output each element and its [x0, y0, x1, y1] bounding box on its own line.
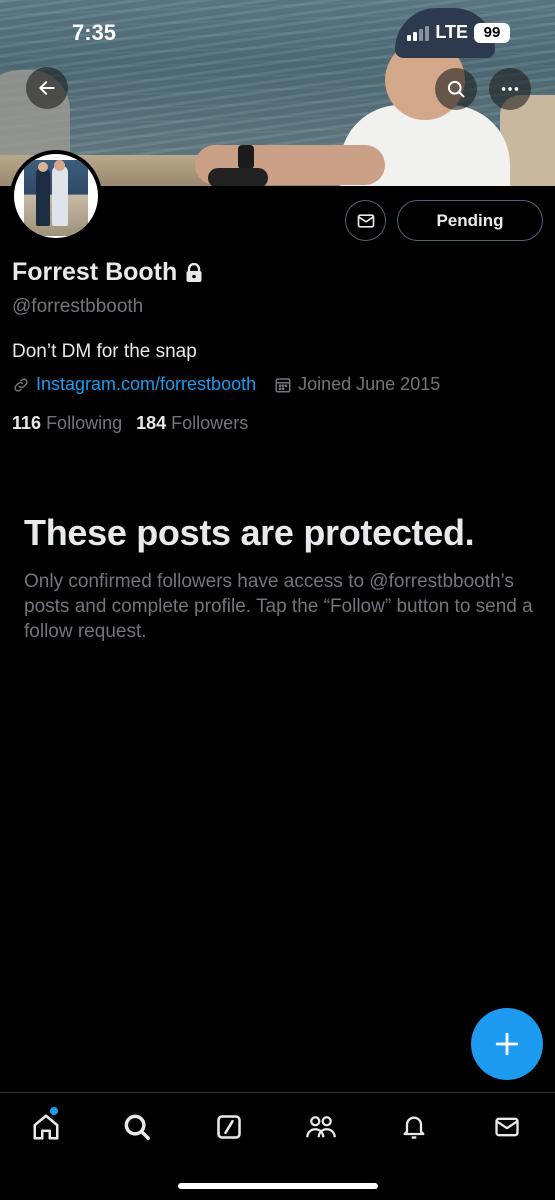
bottom-nav [0, 1092, 555, 1200]
nav-home[interactable] [24, 1107, 68, 1145]
more-icon [501, 87, 519, 91]
followers-stat[interactable]: 184 Followers [136, 413, 248, 434]
status-indicators: LTE 99 [407, 22, 510, 43]
lock-icon [186, 262, 202, 282]
nav-notifications[interactable] [392, 1109, 436, 1145]
arrow-left-icon [39, 81, 55, 95]
following-stat[interactable]: 116 Following [12, 413, 122, 434]
profile-link-text[interactable]: Instagram.com/forrestbooth [36, 374, 256, 395]
profile-bio: Don’t DM for the snap [12, 341, 197, 362]
slash-square-icon [217, 1115, 241, 1139]
profile-handle: @forrestbbooth [12, 296, 144, 317]
protected-body: Only confirmed followers have access to … [24, 571, 533, 642]
compose-button[interactable] [471, 1008, 543, 1080]
protected-title: These posts are protected. [24, 512, 475, 553]
status-time: 7:35 [72, 20, 117, 45]
joined-date-text: Joined June 2015 [298, 374, 441, 394]
followers-count: 184 [136, 413, 167, 433]
nav-communities[interactable] [299, 1109, 343, 1145]
link-icon [14, 377, 28, 392]
nav-search[interactable] [115, 1109, 159, 1145]
nav-grok[interactable] [207, 1109, 251, 1145]
network-label: LTE [435, 22, 468, 42]
back-button[interactable] [26, 67, 68, 109]
more-button[interactable] [489, 68, 531, 110]
following-label: Following [46, 413, 123, 433]
home-icon [33, 1114, 59, 1140]
home-indicator [178, 1183, 378, 1189]
search-button[interactable] [435, 68, 477, 110]
search-icon [124, 1114, 150, 1140]
avatar[interactable] [10, 150, 102, 242]
display-name: Forrest Booth [12, 258, 178, 286]
following-count: 116 [12, 413, 42, 433]
signal-icon [407, 25, 430, 41]
pending-button[interactable]: Pending [397, 200, 543, 241]
people-icon [306, 1116, 336, 1138]
envelope-icon [495, 1117, 519, 1137]
search-icon [447, 80, 465, 98]
joined-date: Joined June 2015 [274, 374, 440, 395]
profile-meta: Instagram.com/forrestbooth Joined June 2… [12, 374, 440, 395]
calendar-icon [275, 377, 291, 392]
envelope-icon [357, 213, 374, 228]
nav-messages[interactable] [485, 1109, 529, 1145]
plus-icon [495, 1032, 519, 1056]
battery-indicator: 99 [474, 22, 510, 43]
followers-label: Followers [171, 413, 249, 433]
bell-icon [403, 1116, 425, 1139]
profile-name-row: Forrest Booth [12, 258, 203, 287]
follow-stats: 116 Following 184 Followers [12, 413, 248, 434]
message-button[interactable] [345, 200, 386, 241]
notification-dot [50, 1107, 58, 1115]
profile-link[interactable]: Instagram.com/forrestbooth [12, 374, 256, 395]
